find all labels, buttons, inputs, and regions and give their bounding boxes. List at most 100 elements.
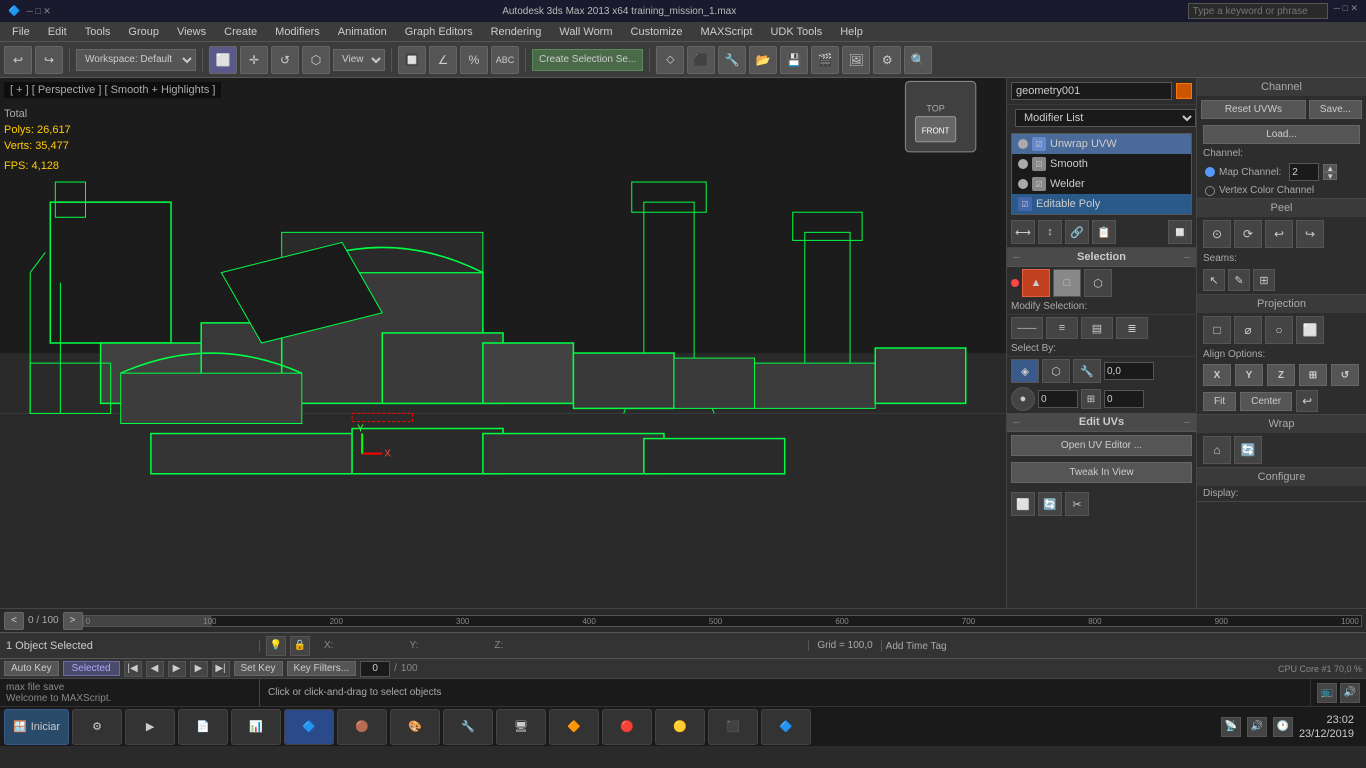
menu-file[interactable]: File bbox=[4, 24, 38, 40]
sel-face-btn[interactable]: ▲ bbox=[1022, 269, 1050, 297]
playback-play[interactable]: ▶ bbox=[168, 661, 186, 677]
toolbar-extra7[interactable]: 🖼 bbox=[842, 46, 870, 74]
seam-cursor-icon[interactable]: ↖ bbox=[1203, 269, 1225, 291]
taskbar-app-12[interactable]: 🟡 bbox=[655, 709, 705, 745]
toolbar-redo[interactable]: ↪ bbox=[35, 46, 63, 74]
toolbar-move[interactable]: ✛ bbox=[240, 46, 268, 74]
spinner-down[interactable]: ▼ bbox=[1323, 172, 1337, 180]
toolbar-rotate[interactable]: ↺ bbox=[271, 46, 299, 74]
viewport[interactable]: X Y TOP FRONT [ + ] [ Perspective ] [ Sm… bbox=[0, 78, 1006, 608]
toolbar-extra8[interactable]: ⚙ bbox=[873, 46, 901, 74]
vertex-color-radio[interactable] bbox=[1205, 186, 1215, 196]
uvw-btn-2[interactable]: ↕ bbox=[1038, 220, 1062, 244]
toolbar-undo[interactable]: ↩ bbox=[4, 46, 32, 74]
align-x-button[interactable]: X bbox=[1203, 364, 1231, 386]
taskbar-app-13[interactable]: ⬛ bbox=[708, 709, 758, 745]
modifier-welder[interactable]: ☑ Welder bbox=[1012, 174, 1191, 194]
modifier-list-dropdown[interactable]: Modifier List bbox=[1015, 109, 1196, 127]
status-light-icon[interactable]: 💡 bbox=[266, 636, 286, 656]
taskbar-app-3[interactable]: 📄 bbox=[178, 709, 228, 745]
wrap-icon-1[interactable]: ⌂ bbox=[1203, 436, 1231, 464]
menu-group[interactable]: Group bbox=[120, 24, 167, 40]
menu-maxscript[interactable]: MAXScript bbox=[692, 24, 760, 40]
taskbar-app-14[interactable]: 🔷 bbox=[761, 709, 811, 745]
mod-eye-smooth[interactable] bbox=[1018, 159, 1028, 169]
key-filters-button[interactable]: Key Filters... bbox=[287, 661, 357, 676]
edit-uvs-icon-1[interactable]: ⬜ bbox=[1011, 492, 1035, 516]
taskbar-app-11[interactable]: 🔴 bbox=[602, 709, 652, 745]
media-icon-2[interactable]: 🔊 bbox=[1340, 683, 1360, 703]
tweak-in-view-button[interactable]: Tweak In View bbox=[1011, 462, 1192, 483]
menu-udk-tools[interactable]: UDK Tools bbox=[762, 24, 830, 40]
media-icon-1[interactable]: 📺 bbox=[1317, 683, 1337, 703]
peel-icon-2[interactable]: ⟳ bbox=[1234, 220, 1262, 248]
open-uv-editor-button[interactable]: Open UV Editor ... bbox=[1011, 435, 1192, 456]
mod-eye-icon[interactable] bbox=[1018, 139, 1028, 149]
sel-val-2[interactable] bbox=[1104, 390, 1144, 408]
mod-eye-welder[interactable] bbox=[1018, 179, 1028, 189]
sel-by-btn-3[interactable]: 🔧 bbox=[1073, 359, 1101, 383]
peel-title[interactable]: Peel bbox=[1197, 199, 1366, 217]
create-selection-button[interactable]: Create Selection Se... bbox=[532, 49, 643, 71]
autokey-button[interactable]: Auto Key bbox=[4, 661, 59, 676]
sel-grid-btn[interactable]: ⊞ bbox=[1081, 389, 1101, 409]
toolbar-extra9[interactable]: 🔍 bbox=[904, 46, 932, 74]
taskbar-sound-icon[interactable]: 🔊 bbox=[1247, 717, 1267, 737]
modifier-unwrap-uvw[interactable]: ☑ Unwrap UVW bbox=[1012, 134, 1191, 154]
menu-views[interactable]: Views bbox=[169, 24, 214, 40]
menu-modifiers[interactable]: Modifiers bbox=[267, 24, 328, 40]
align-extra-icon[interactable]: ⊞ bbox=[1299, 364, 1327, 386]
sel-by-btn-1[interactable]: ◈ bbox=[1011, 359, 1039, 383]
set-key-button[interactable]: Set Key bbox=[234, 661, 283, 676]
taskbar-app-10[interactable]: 🔶 bbox=[549, 709, 599, 745]
map-channel-option[interactable]: Map Channel: ▲ ▼ bbox=[1197, 161, 1366, 183]
toolbar-scale[interactable]: ⬡ bbox=[302, 46, 330, 74]
toolbar-render[interactable]: 🎬 bbox=[811, 46, 839, 74]
mod-sel-btn-3[interactable]: ▤ bbox=[1081, 317, 1113, 339]
selected-badge[interactable]: Selected bbox=[63, 661, 120, 676]
align-z-button[interactable]: Z bbox=[1267, 364, 1295, 386]
sel-by-circle[interactable]: ● bbox=[1011, 387, 1035, 411]
sel-val-1[interactable] bbox=[1038, 390, 1078, 408]
channel-title[interactable]: Channel bbox=[1197, 78, 1366, 96]
toolbar-snap[interactable]: 🔲 bbox=[398, 46, 426, 74]
mod-sel-btn-4[interactable]: ≣ bbox=[1116, 317, 1148, 339]
menu-help[interactable]: Help bbox=[832, 24, 871, 40]
workspace-dropdown[interactable]: Workspace: Default bbox=[76, 49, 196, 71]
seam-edit-icon[interactable]: ✎ bbox=[1228, 269, 1250, 291]
taskbar-app-7[interactable]: 🎨 bbox=[390, 709, 440, 745]
align-rotate-icon[interactable]: ↺ bbox=[1331, 364, 1359, 386]
save-button[interactable]: Save... bbox=[1309, 100, 1362, 119]
menu-wall-worm[interactable]: Wall Worm bbox=[551, 24, 620, 40]
map-channel-radio[interactable] bbox=[1205, 167, 1215, 177]
uvw-btn-4[interactable]: 📋 bbox=[1092, 220, 1116, 244]
edit-uvs-icon-3[interactable]: ✂ bbox=[1065, 492, 1089, 516]
view-dropdown[interactable]: View bbox=[333, 49, 385, 71]
map-channel-input[interactable] bbox=[1289, 163, 1319, 181]
object-name-field[interactable]: geometry001 bbox=[1011, 82, 1172, 100]
playback-next-frame[interactable]: ▶ bbox=[190, 661, 208, 677]
sel-by-btn-2[interactable]: ⬡ bbox=[1042, 359, 1070, 383]
taskbar-app-6[interactable]: 🟤 bbox=[337, 709, 387, 745]
peel-icon-1[interactable]: ⊙ bbox=[1203, 220, 1231, 248]
add-time-tag-button[interactable]: Add Time Tag bbox=[886, 641, 947, 652]
proj-sphere-icon[interactable]: ○ bbox=[1265, 316, 1293, 344]
menu-animation[interactable]: Animation bbox=[330, 24, 395, 40]
mod-sel-btn-1[interactable]: ─── bbox=[1011, 317, 1043, 339]
toolbar-extra4[interactable]: 📂 bbox=[749, 46, 777, 74]
load-button[interactable]: Load... bbox=[1203, 125, 1360, 144]
proj-flat-icon[interactable]: □ bbox=[1203, 316, 1231, 344]
taskbar-app-5[interactable]: 🔷 bbox=[284, 709, 334, 745]
toolbar-extra5[interactable]: 💾 bbox=[780, 46, 808, 74]
uvw-btn-1[interactable]: ⟷ bbox=[1011, 220, 1035, 244]
playback-next-btn[interactable]: ▶| bbox=[212, 661, 230, 677]
modifier-editable-poly[interactable]: ☑ Editable Poly bbox=[1012, 194, 1191, 214]
taskbar-app-8[interactable]: 🔧 bbox=[443, 709, 493, 745]
toolbar-extra2[interactable]: ⬛ bbox=[687, 46, 715, 74]
menu-customize[interactable]: Customize bbox=[623, 24, 691, 40]
edit-uvs-icon-2[interactable]: 🔄 bbox=[1038, 492, 1062, 516]
align-y-button[interactable]: Y bbox=[1235, 364, 1263, 386]
map-channel-spinner[interactable]: ▲ ▼ bbox=[1323, 164, 1337, 180]
modifier-smooth[interactable]: ☑ Smooth bbox=[1012, 154, 1191, 174]
toolbar-percent[interactable]: % bbox=[460, 46, 488, 74]
